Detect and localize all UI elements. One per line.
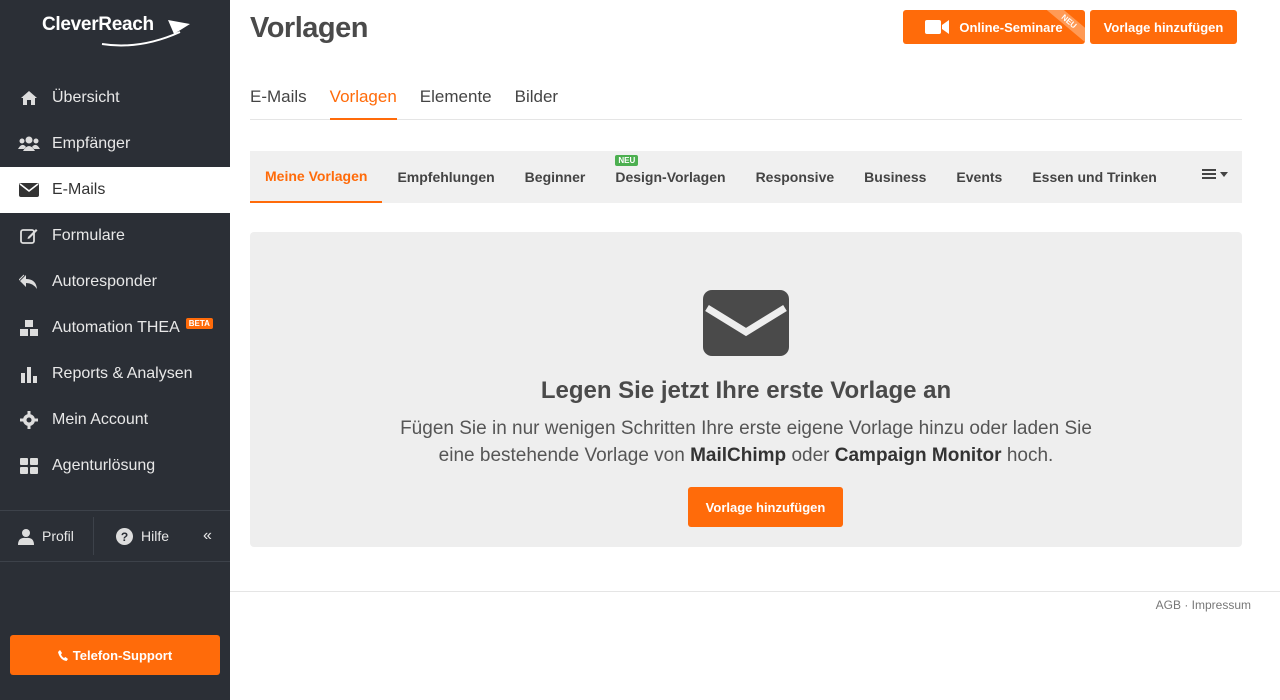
gear-icon [18, 409, 40, 431]
online-seminare-button[interactable]: Online-Seminare NEU [903, 10, 1085, 44]
add-template-cta-button[interactable]: Vorlage hinzufügen [688, 487, 843, 527]
subtab-meine-vorlagen[interactable]: Meine Vorlagen [250, 151, 383, 203]
sidebar-item-automation-thea[interactable]: Automation THEA BETA [0, 305, 230, 351]
subtab-label: Responsive [755, 169, 835, 185]
edit-icon [18, 225, 40, 247]
subtab-label: Essen und Trinken [1032, 169, 1157, 185]
envelope-icon [18, 179, 40, 201]
collapse-sidebar-button[interactable]: « [199, 527, 212, 545]
logo-swoosh-icon [101, 20, 190, 47]
support-label: Telefon-Support [72, 647, 173, 663]
logo[interactable]: CleverReach [40, 10, 190, 50]
subtab-responsive[interactable]: Responsive [741, 151, 850, 203]
subtab-beginner[interactable]: Beginner [510, 151, 601, 203]
neu-badge: NEU [615, 155, 639, 166]
tab-emails[interactable]: E-Mails [250, 78, 307, 120]
page-title: Vorlagen [250, 12, 368, 44]
help-link[interactable]: ? Hilfe [94, 517, 199, 555]
subtab-label: Business [864, 169, 927, 185]
empty-state-text-part: hoch. [1001, 445, 1054, 466]
question-circle-icon: ? [116, 527, 133, 545]
profile-link[interactable]: Profil [0, 517, 94, 555]
telefon-support-button[interactable]: Telefon-Support [10, 635, 220, 675]
sidebar-item-label: Automation THEA [52, 319, 180, 336]
mailchimp-text: MailChimp [690, 445, 787, 466]
subtab-empfehlungen[interactable]: Empfehlungen [382, 151, 509, 203]
sidebar-item-empfaenger[interactable]: Empfänger [0, 121, 230, 167]
empty-state-text-part: oder [786, 445, 835, 466]
empty-state-text: Fügen Sie in nur wenigen Schritten Ihre … [380, 415, 1112, 469]
sidebar-nav: Übersicht Empfänger E-Mails Formulare Au… [0, 75, 230, 489]
tab-vorlagen[interactable]: Vorlagen [329, 78, 397, 120]
sidebar: CleverReach Übersicht Empfänger E-Mails [0, 0, 230, 700]
sidebar-item-label: Reports & Analysen [52, 365, 193, 382]
sidebar-item-label: Mein Account [52, 411, 149, 428]
main-tabs: E-Mails Vorlagen Elemente Bilder [250, 78, 1242, 120]
user-icon [18, 528, 34, 545]
home-icon [18, 87, 40, 109]
subtab-essen-und-trinken[interactable]: Essen und Trinken [1017, 151, 1171, 203]
subtab-label: Empfehlungen [397, 169, 495, 185]
footer-links[interactable]: AGB · Impressum [1156, 598, 1251, 612]
sidebar-footer: Profil ? Hilfe « [0, 510, 230, 562]
empty-state: Legen Sie jetzt Ihre erste Vorlage an Fü… [250, 232, 1242, 547]
more-categories-dropdown[interactable] [1202, 168, 1228, 180]
empty-state-title: Legen Sie jetzt Ihre erste Vorlage an [540, 377, 952, 404]
campaign-monitor-text: Campaign Monitor [834, 445, 1002, 466]
sidebar-item-label: Übersicht [52, 89, 120, 106]
sidebar-item-formulare[interactable]: Formulare [0, 213, 230, 259]
svg-text:?: ? [121, 530, 128, 544]
sidebar-item-emails[interactable]: E-Mails [0, 167, 230, 213]
beta-badge: BETA [185, 317, 213, 329]
tab-elemente[interactable]: Elemente [420, 78, 492, 120]
subtab-label: Design-Vorlagen [615, 169, 726, 185]
subtab-label: Beginner [524, 169, 586, 185]
list-icon [1202, 168, 1216, 180]
sidebar-item-label: Empfänger [52, 135, 131, 152]
template-category-tabs: Meine Vorlagen Empfehlungen Beginner NEU… [250, 151, 1242, 203]
reply-icon [18, 271, 40, 293]
sidebar-item-label: Formulare [52, 227, 125, 244]
footer: AGB · Impressum [230, 591, 1280, 612]
sidebar-item-label: E-Mails [52, 181, 106, 198]
sidebar-item-agenturloesung[interactable]: Agenturlösung [0, 443, 230, 489]
add-template-button[interactable]: Vorlage hinzufügen [1090, 10, 1237, 44]
envelope-icon [703, 290, 789, 356]
subtab-design-vorlagen[interactable]: NEU Design-Vorlagen [600, 151, 740, 203]
subtab-business[interactable]: Business [849, 151, 941, 203]
caret-down-icon [1220, 171, 1228, 177]
sidebar-item-label: Agenturlösung [52, 457, 156, 474]
video-camera-icon [925, 19, 950, 35]
sidebar-item-reports[interactable]: Reports & Analysen [0, 351, 230, 397]
main-content: Vorlagen Online-Seminare NEU Vorlage hin… [230, 0, 1280, 700]
grid-icon [18, 455, 40, 477]
subtab-label: Meine Vorlagen [265, 168, 368, 184]
sidebar-item-uebersicht[interactable]: Übersicht [0, 75, 230, 121]
users-icon [18, 133, 40, 155]
help-label: Hilfe [141, 528, 170, 544]
sidebar-item-mein-account[interactable]: Mein Account [0, 397, 230, 443]
phone-icon [57, 649, 68, 661]
profile-label: Profil [42, 528, 74, 544]
subtab-events[interactable]: Events [941, 151, 1017, 203]
sidebar-item-autoresponder[interactable]: Autoresponder [0, 259, 230, 305]
subtab-label: Events [956, 169, 1003, 185]
online-seminare-label: Online-Seminare [959, 19, 1063, 35]
sidebar-item-label: Autoresponder [52, 273, 157, 290]
tab-bilder[interactable]: Bilder [515, 78, 558, 120]
bar-chart-icon [18, 363, 40, 385]
cubes-icon [18, 317, 40, 339]
